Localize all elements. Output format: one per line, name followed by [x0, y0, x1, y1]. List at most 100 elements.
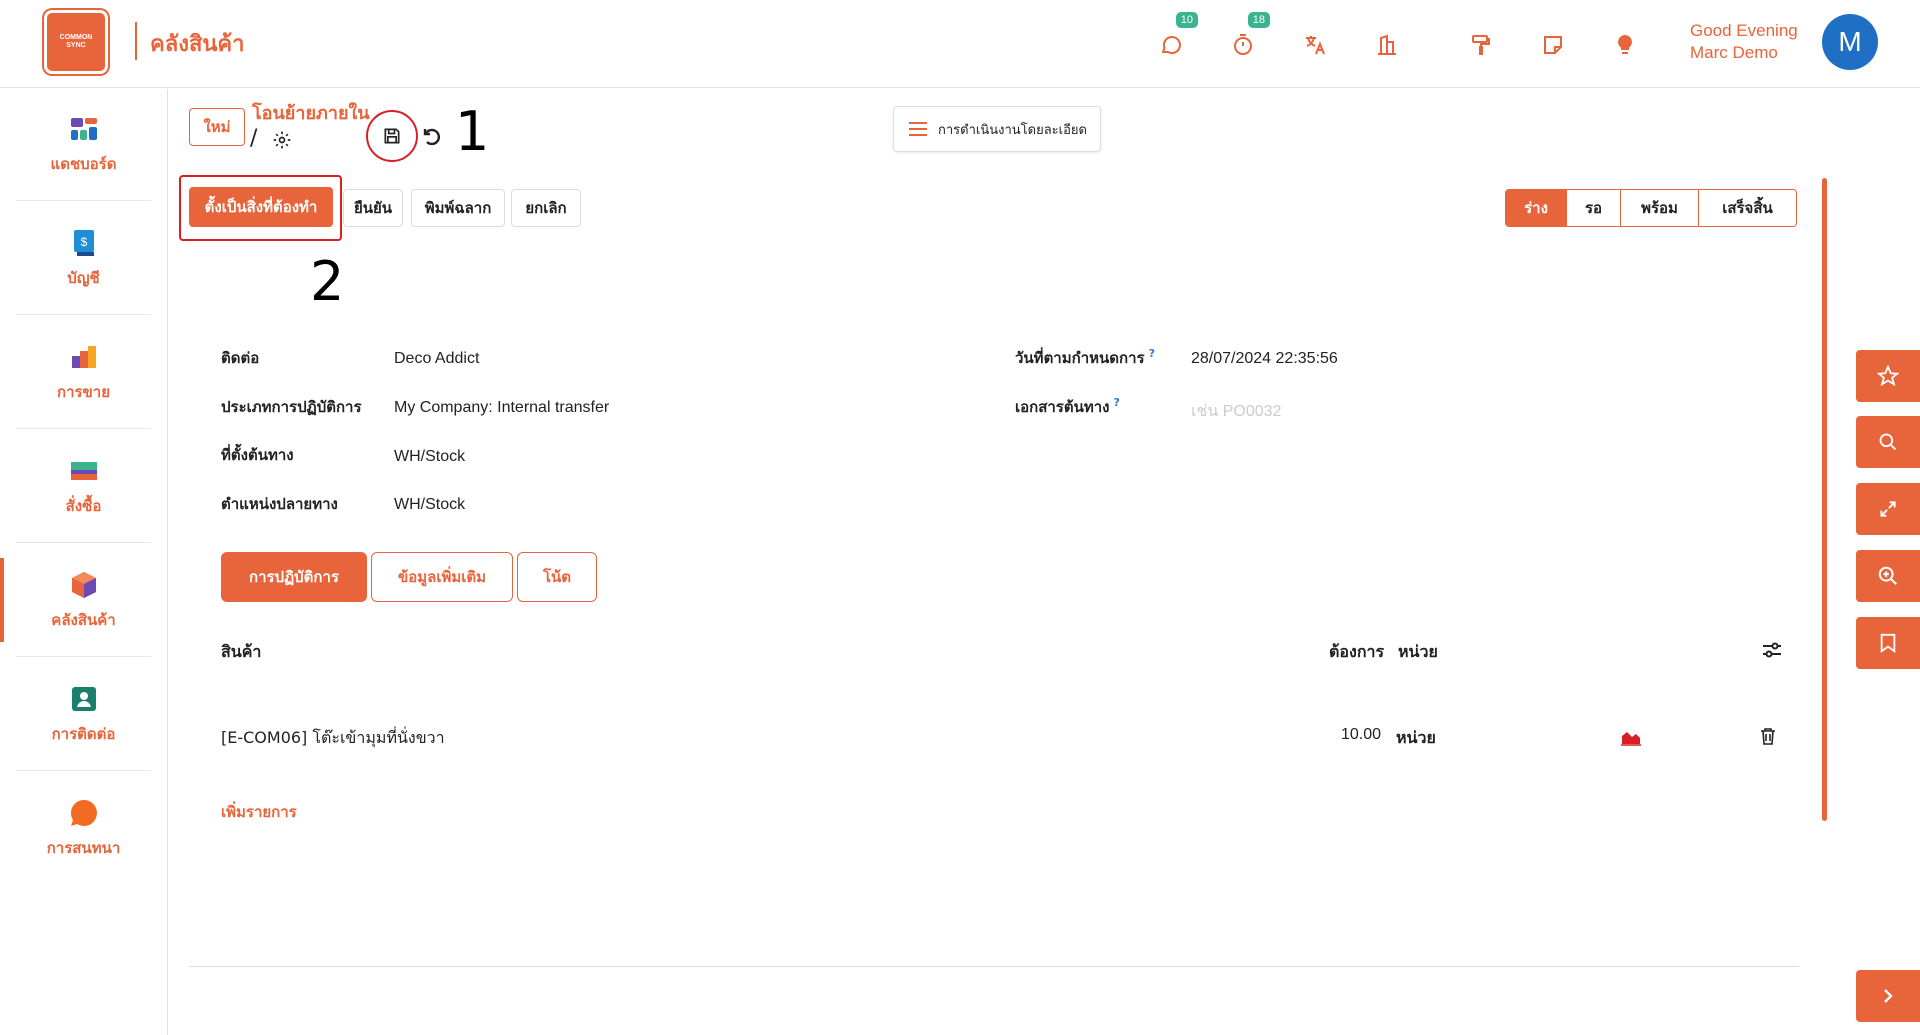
menu-icon [909, 122, 927, 136]
sidebar-item-label: บัญชี [67, 268, 100, 287]
inventory-icon [71, 571, 96, 598]
dashboard-icon [70, 117, 97, 140]
add-line-link[interactable]: เพิ่มรายการ [221, 800, 297, 824]
form-bottom-divider [189, 966, 1799, 967]
gear-icon[interactable] [272, 130, 292, 150]
breadcrumb-title[interactable]: โอนย้ายภายใน [252, 98, 370, 127]
next-button[interactable] [1856, 970, 1920, 1022]
search-button[interactable] [1856, 416, 1920, 468]
operation-type-field[interactable]: My Company: Internal transfer [394, 399, 609, 417]
star-icon [1877, 365, 1899, 387]
contact-label: ติดต่อ [221, 349, 260, 367]
title-divider [135, 22, 137, 60]
paint-roller-icon[interactable] [1466, 30, 1496, 60]
save-button[interactable] [366, 110, 418, 162]
stopwatch-icon[interactable]: 18 [1228, 12, 1270, 60]
lightbulb-icon[interactable] [1610, 30, 1640, 60]
sidebar-item-label: คลังสินค้า [51, 610, 116, 629]
sidebar-item-dashboard[interactable]: แดชบอร์ด [16, 89, 151, 201]
building-icon[interactable] [1372, 30, 1402, 60]
quantity-cell[interactable]: 10.00 [1341, 726, 1381, 744]
expand-button[interactable] [1856, 483, 1920, 535]
top-bar: COMMON SYNC คลังสินค้า 10 18 Good Evenin… [0, 0, 1920, 88]
sidebar: แดชบอร์ด $ บัญชี การขาย สั่งซื้อ คลังสิน… [0, 89, 168, 1035]
sidebar-item-contacts[interactable]: การติดต่อ [16, 659, 151, 771]
unit-cell: หน่วย [1396, 728, 1436, 747]
contacts-icon [71, 686, 96, 711]
source-location-field[interactable]: WH/Stock [394, 448, 465, 466]
help-icon[interactable]: ? [1149, 347, 1155, 360]
discuss-icon [70, 799, 97, 826]
destination-location-label: ตำแหน่งปลายทาง [221, 495, 338, 513]
sidebar-item-label: การติดต่อ [51, 724, 116, 743]
activity-badge: 18 [1247, 12, 1270, 28]
sidebar-item-label: การขาย [56, 382, 111, 401]
contact-field[interactable]: Deco Addict [394, 350, 479, 368]
chat-badge: 10 [1175, 12, 1198, 28]
forecast-chart-icon[interactable] [1620, 726, 1642, 746]
zoom-in-button[interactable] [1856, 550, 1920, 602]
zoom-in-icon [1878, 566, 1897, 585]
greeting: Good Evening Marc Demo [1690, 21, 1798, 62]
source-location-label: ที่ตั้งต้นทาง [221, 446, 294, 464]
print-labels-button[interactable]: พิมพ์ฉลาก [411, 189, 505, 227]
discard-icon[interactable] [420, 124, 444, 148]
annotation-number-1: 1 [455, 100, 490, 163]
app-logo[interactable]: COMMON SYNC [44, 10, 108, 74]
bookmark-icon [1880, 633, 1896, 653]
chevron-right-icon [1884, 989, 1893, 1003]
sidebar-item-purchase[interactable]: สั่งซื้อ [16, 431, 151, 543]
column-header-demand: ต้องการ [1329, 642, 1385, 661]
chat-icon[interactable]: 10 [1156, 12, 1198, 60]
status-ready[interactable]: พร้อม [1620, 190, 1698, 226]
status-done[interactable]: เสร็จสิ้น [1698, 190, 1796, 226]
scheduled-date-label: วันที่ตามกำหนดการ? [1015, 347, 1155, 367]
annotation-number-2: 2 [310, 250, 345, 313]
mark-as-todo-button[interactable]: ตั้งเป็นสิ่งที่ต้องทำ [189, 187, 333, 227]
note-icon[interactable] [1538, 30, 1568, 60]
breadcrumb-separator: / [250, 126, 258, 151]
sales-icon [71, 345, 96, 368]
save-icon [384, 128, 400, 144]
tab-operations[interactable]: การปฏิบัติการ [221, 552, 367, 602]
accounting-icon: $ [73, 229, 94, 256]
destination-location-field[interactable]: WH/Stock [394, 496, 465, 514]
sidebar-active-indicator [0, 558, 4, 642]
expand-icon [1880, 501, 1896, 517]
operation-type-label: ประเภทการปฏิบัติการ [221, 398, 362, 416]
cancel-button[interactable]: ยกเลิก [511, 189, 581, 227]
sidebar-item-inventory[interactable]: คลังสินค้า [16, 545, 151, 657]
new-button[interactable]: ใหม่ [189, 108, 245, 146]
app-title: คลังสินค้า [150, 32, 245, 57]
confirm-button[interactable]: ยืนยัน [343, 189, 403, 227]
status-waiting[interactable]: รอ [1566, 190, 1620, 226]
tab-notes[interactable]: โน้ต [517, 552, 597, 602]
user-name: Marc Demo [1690, 43, 1778, 62]
sidebar-item-accounting[interactable]: $ บัญชี [16, 203, 151, 315]
sidebar-item-label: แดชบอร์ด [50, 154, 117, 173]
avatar[interactable]: M [1822, 14, 1878, 70]
sidebar-item-label: สั่งซื้อ [65, 496, 102, 515]
column-header-product: สินค้า [221, 642, 262, 661]
translate-icon[interactable] [1300, 30, 1330, 60]
status-bar: ร่าง รอ พร้อม เสร็จสิ้น [1505, 189, 1797, 227]
scheduled-date-field[interactable]: 28/07/2024 22:35:56 [1191, 350, 1338, 368]
status-draft[interactable]: ร่าง [1506, 190, 1566, 226]
scrollbar[interactable] [1822, 178, 1827, 821]
trash-icon[interactable] [1760, 727, 1776, 745]
sidebar-item-sales[interactable]: การขาย [16, 317, 151, 429]
help-icon[interactable]: ? [1113, 396, 1119, 409]
tab-additional-info[interactable]: ข้อมูลเพิ่มเติม [371, 552, 513, 602]
purchase-icon [70, 461, 97, 480]
sidebar-item-label: การสนทนา [46, 839, 121, 857]
source-document-input[interactable]: เช่น PO0032 [1191, 399, 1281, 424]
column-settings-icon[interactable] [1761, 640, 1783, 660]
detailed-operations-button[interactable]: การดำเนินงานโดยละเอียด [893, 106, 1101, 152]
product-cell[interactable]: [E-COM06] โต๊ะเข้ามุมที่นั่งขวา [221, 726, 445, 751]
column-header-unit: หน่วย [1398, 642, 1438, 661]
svg-text:$: $ [80, 235, 87, 249]
favorite-button[interactable] [1856, 350, 1920, 402]
source-document-label: เอกสารต้นทาง? [1015, 396, 1120, 416]
sidebar-item-discuss[interactable]: การสนทนา [16, 773, 151, 885]
bookmark-button[interactable] [1856, 617, 1920, 669]
